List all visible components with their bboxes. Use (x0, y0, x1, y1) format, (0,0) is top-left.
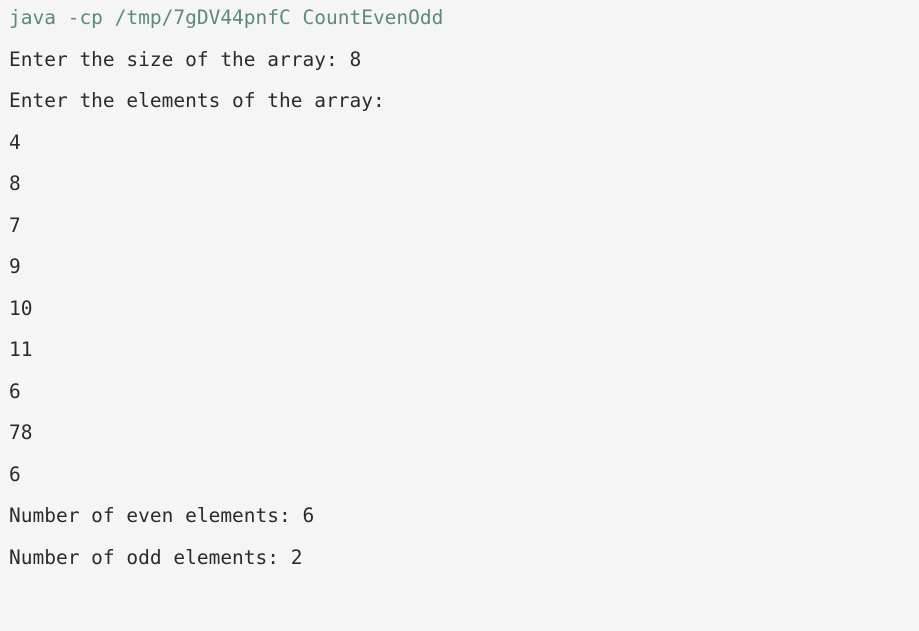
output-line-input: 8 (9, 172, 21, 195)
output-line-input: 11 (9, 338, 33, 361)
output-line-even-count: Number of even elements: 6 (9, 504, 315, 527)
console-output-panel: java -cp /tmp/7gDV44pnfC CountEvenOdd En… (0, 0, 919, 631)
output-line-input: 10 (9, 296, 33, 320)
output-line-prompt-elements: Enter the elements of the array: (9, 89, 385, 112)
output-line-input: 78 (9, 421, 33, 444)
output-line-input: 9 (9, 255, 21, 278)
output-line-input: 4 (9, 130, 21, 154)
output-line-odd-count: Number of odd elements: 2 (9, 545, 303, 569)
output-line-input: 6 (9, 379, 21, 403)
output-line-input: 6 (9, 462, 21, 486)
output-line-input: 7 (9, 213, 21, 237)
command-line: java -cp /tmp/7gDV44pnfC CountEvenOdd (9, 6, 444, 29)
output-line-prompt-size: Enter the size of the array: 8 (9, 47, 362, 71)
